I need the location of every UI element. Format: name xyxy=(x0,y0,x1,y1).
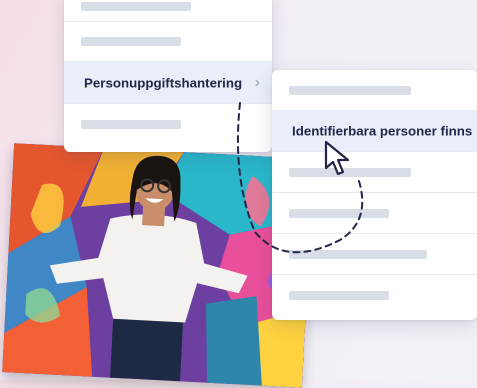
menu-item-label: Personuppgiftshantering xyxy=(84,75,243,90)
secondary-menu: Identifierbara personer finns xyxy=(272,70,477,320)
primary-menu: Personuppgiftshantering › xyxy=(64,0,272,152)
menu-item-personuppgiftshantering[interactable]: Personuppgiftshantering › xyxy=(64,62,272,104)
menu-item-placeholder[interactable] xyxy=(64,104,272,144)
menu-item-placeholder[interactable] xyxy=(64,22,272,62)
menu-item-identifierbara-personer[interactable]: Identifierbara personer finns xyxy=(272,111,477,152)
menu-item-placeholder[interactable] xyxy=(272,234,477,275)
menu-item-placeholder[interactable] xyxy=(272,275,477,316)
woman-photo xyxy=(2,143,314,388)
menu-item-label: Identifierbara personer finns xyxy=(292,123,473,139)
menu-item-placeholder[interactable] xyxy=(272,152,477,193)
placeholder-bar xyxy=(81,37,181,46)
placeholder-bar xyxy=(289,85,411,95)
placeholder-bar xyxy=(81,119,181,129)
placeholder-bar xyxy=(289,167,411,177)
menu-item-placeholder[interactable] xyxy=(272,70,477,111)
menu-item-placeholder[interactable] xyxy=(272,193,477,234)
menu-item-placeholder[interactable] xyxy=(64,0,272,22)
placeholder-bar xyxy=(289,249,427,259)
placeholder-bar xyxy=(81,2,191,11)
placeholder-bar xyxy=(289,208,389,218)
placeholder-bar xyxy=(289,291,389,300)
chevron-right-icon: › xyxy=(254,73,260,91)
